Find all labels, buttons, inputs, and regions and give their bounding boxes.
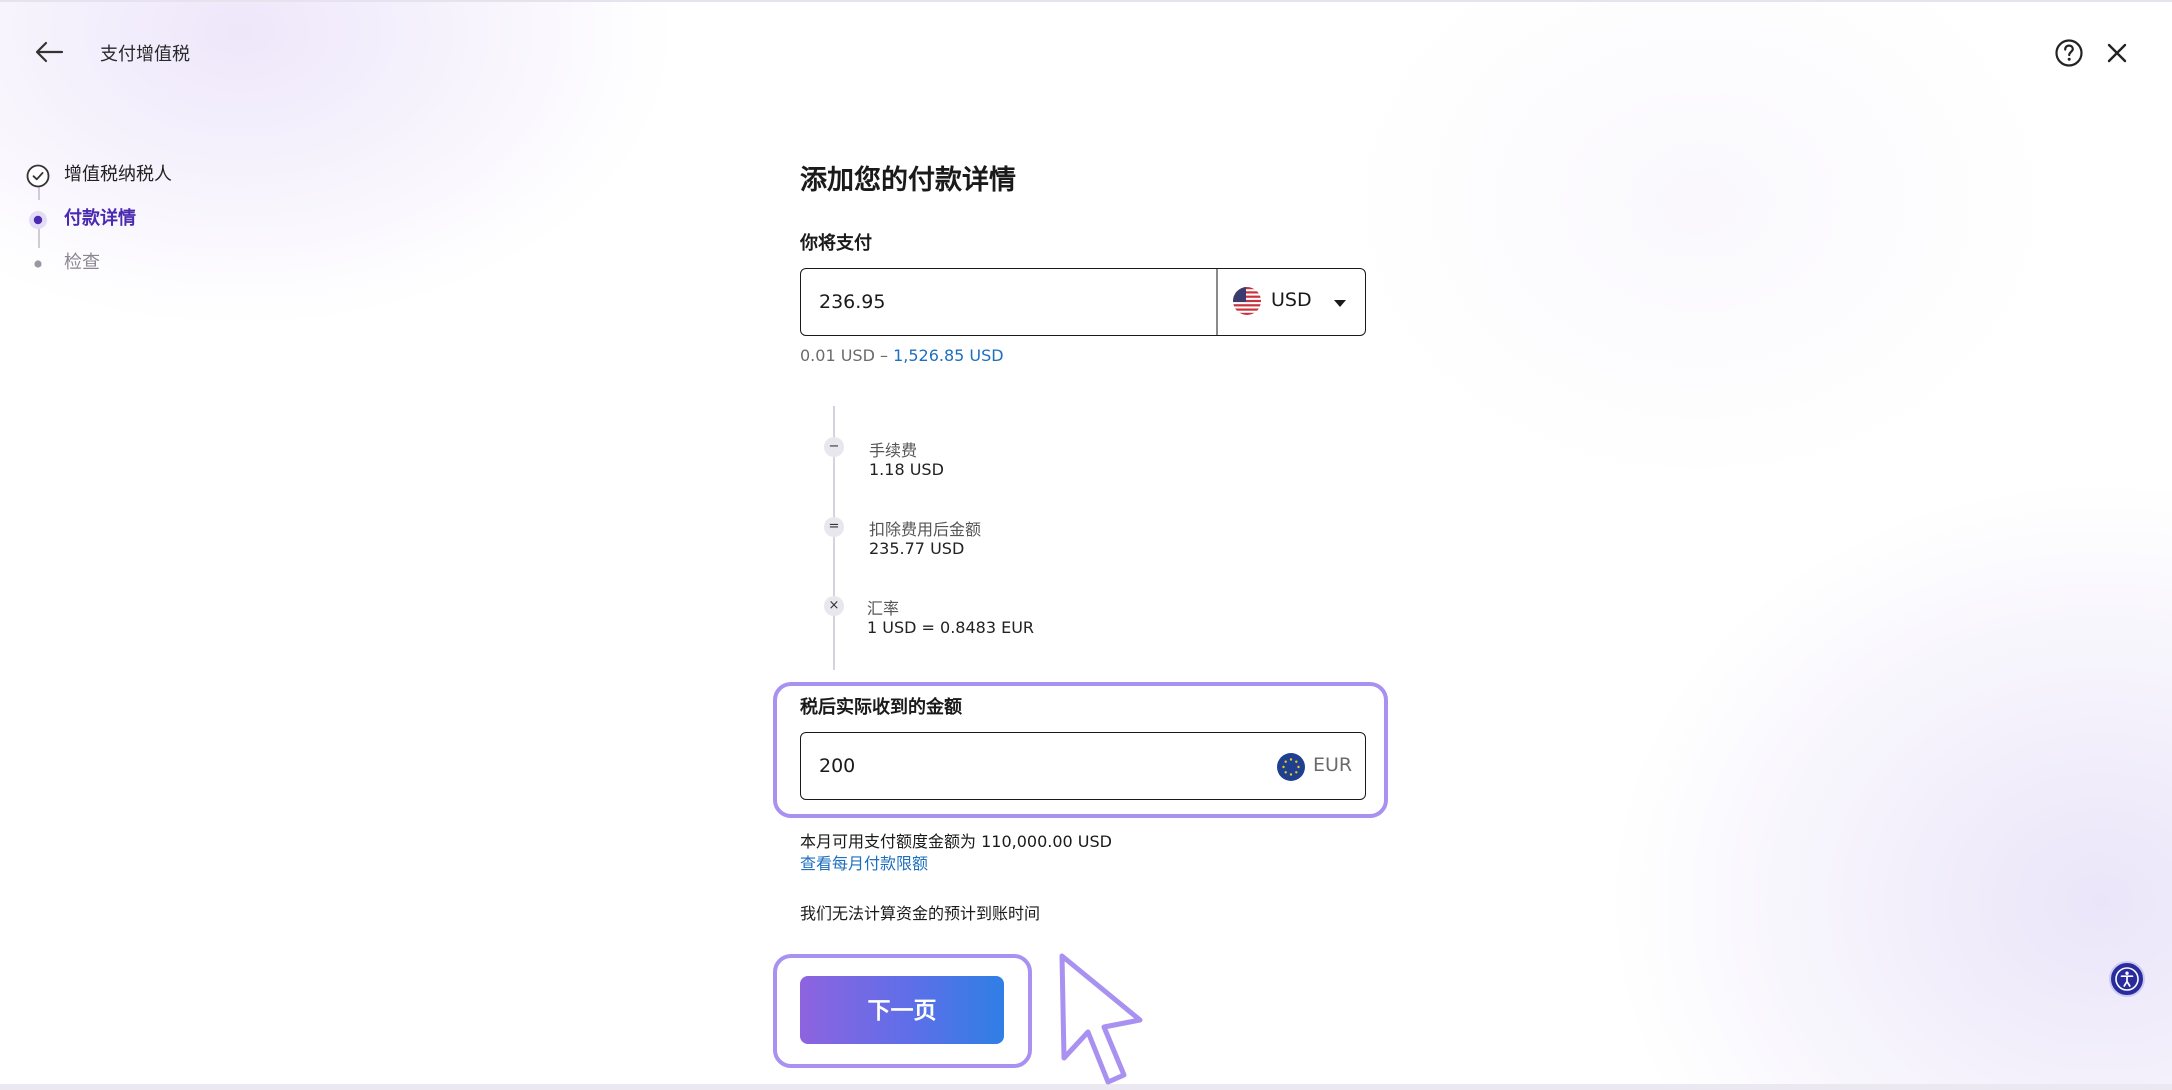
current-step-dot-icon [29, 211, 47, 229]
check-circle-icon [26, 164, 50, 188]
back-arrow-icon[interactable] [32, 38, 68, 66]
multiply-icon: × [824, 596, 844, 616]
page-title: 添加您的付款详情 [800, 165, 1016, 196]
after-fee-label: 扣除费用后金额 [869, 520, 982, 539]
pay-range-max-link[interactable]: 1,526.85 USD [893, 346, 1004, 365]
upcoming-step-dot-icon [34, 260, 42, 268]
fee-label: 手续费 [869, 441, 918, 460]
exchange-rate-value: 1 USD = 0.8483 EUR [867, 618, 1035, 637]
eta-text: 我们无法计算资金的预计到账时间 [800, 904, 1041, 923]
after-fee-value: 235.77 USD [869, 539, 965, 558]
caret-down-icon [1334, 300, 1346, 307]
pay-currency-code: USD [1271, 289, 1312, 311]
cursor-pointer-icon [1059, 953, 1143, 1085]
step-label: 付款详情 [64, 208, 136, 229]
step-label: 增值税纳税人 [64, 164, 172, 185]
equals-icon: = [824, 517, 844, 537]
receive-highlight-box [773, 682, 1388, 818]
accessibility-button[interactable] [2109, 961, 2145, 997]
help-icon[interactable] [2054, 38, 2084, 68]
pay-amount-label: 你将支付 [800, 233, 872, 254]
fee-value: 1.18 USD [869, 460, 944, 479]
us-flag-icon [1233, 287, 1261, 315]
pay-amount-field: 236.95 USD [800, 268, 1366, 336]
pay-amount-input[interactable]: 236.95 [819, 291, 885, 313]
monthly-limit-link[interactable]: 查看每月付款限额 [800, 850, 928, 874]
close-icon[interactable] [2104, 40, 2130, 66]
exchange-rate-label: 汇率 [867, 599, 900, 618]
accessibility-icon [2115, 967, 2139, 991]
next-button-highlight-box [773, 954, 1032, 1068]
pay-range: 0.01 USD – 1,526.85 USD [800, 346, 1004, 365]
minus-icon: − [824, 437, 844, 457]
header-title: 支付增值税 [100, 44, 190, 65]
monthly-limit-text: 本月可用支付额度金额为 110,000.00 USD [800, 832, 1112, 851]
page-background [0, 0, 2172, 1084]
step-label: 检查 [64, 252, 100, 273]
pay-range-min: 0.01 USD – [800, 346, 894, 365]
pay-currency-select[interactable]: USD [1217, 269, 1365, 335]
